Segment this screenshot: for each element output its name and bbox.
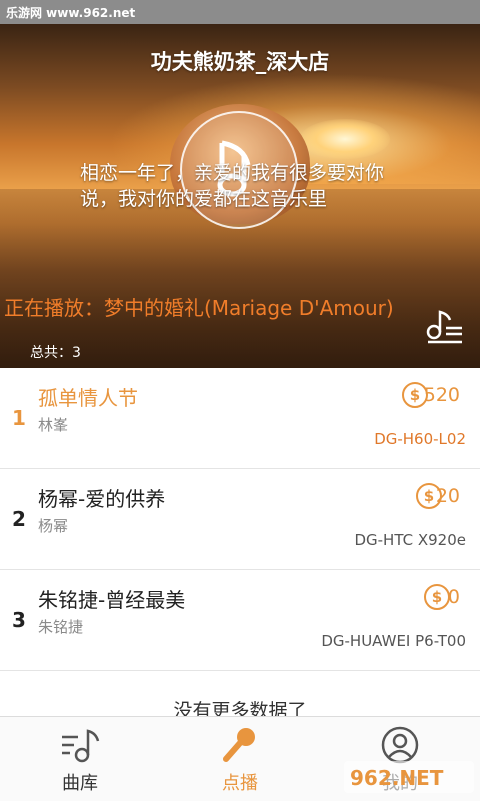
song-index: 3 bbox=[12, 608, 26, 632]
song-device: DG-H60-L02 bbox=[374, 430, 466, 448]
nav-item-library[interactable]: 曲库 bbox=[0, 717, 160, 801]
song-list: 1 孤单情人节 林峯 $ 520 DG-H60-L02 2 杨幂-爱的供养 杨幂… bbox=[0, 368, 480, 671]
song-row[interactable]: 2 杨幂-爱的供养 杨幂 $ 20 DG-HTC X920e bbox=[0, 469, 480, 570]
sun-glow bbox=[300, 119, 390, 159]
song-amount: 20 bbox=[435, 485, 460, 507]
song-index: 1 bbox=[12, 406, 26, 430]
shop-title: 功夫熊奶茶_深大店 bbox=[150, 50, 330, 74]
song-artist: 林峯 bbox=[38, 416, 69, 434]
nav-label-library: 曲库 bbox=[62, 773, 98, 794]
bottom-nav: 曲库 点播 我的 962.NET bbox=[0, 716, 480, 801]
song-device: DG-HTC X920e bbox=[354, 531, 466, 549]
microphone-icon bbox=[223, 728, 255, 762]
music-library-icon bbox=[62, 729, 100, 763]
song-artist: 杨幂 bbox=[38, 517, 69, 535]
nav-label-request: 点播 bbox=[222, 773, 258, 794]
song-row[interactable]: 3 朱铭捷-曾经最美 朱铭捷 $ 0 DG-HUAWEI P6-T00 bbox=[0, 570, 480, 671]
hero-banner: 功夫熊奶茶_深大店 相恋一年了，亲爱的我有很多要对你说，我对你的爱都在这音乐里 … bbox=[0, 24, 480, 368]
site-watermark-logo: 962.NET bbox=[344, 761, 474, 793]
song-title: 杨幂-爱的供养 bbox=[38, 487, 166, 511]
now-playing-label: 正在播放：梦中的婚礼(Mariage D'Amour) bbox=[4, 296, 394, 320]
svg-text:962.NET: 962.NET bbox=[350, 766, 444, 790]
song-amount: 520 bbox=[423, 384, 460, 406]
nav-item-request[interactable]: 点播 bbox=[160, 717, 320, 801]
song-amount: 0 bbox=[447, 586, 460, 608]
playlist-button[interactable] bbox=[424, 306, 464, 346]
song-index: 2 bbox=[12, 507, 26, 531]
song-row[interactable]: 1 孤单情人节 林峯 $ 520 DG-H60-L02 bbox=[0, 368, 480, 469]
song-device: DG-HUAWEI P6-T00 bbox=[321, 632, 466, 650]
song-title: 朱铭捷-曾经最美 bbox=[38, 588, 186, 612]
song-title: 孤单情人节 bbox=[38, 386, 138, 410]
site-label: 乐游网 www.962.net bbox=[6, 6, 136, 20]
dollar-coin-icon: $ bbox=[424, 584, 450, 610]
dedication-message: 相恋一年了，亲爱的我有很多要对你说，我对你的爱都在这音乐里 bbox=[80, 162, 385, 210]
playlist-icon bbox=[426, 310, 462, 344]
status-bar: 乐游网 www.962.net bbox=[0, 0, 480, 24]
total-count: 总共：3 bbox=[30, 345, 81, 361]
song-artist: 朱铭捷 bbox=[38, 618, 84, 636]
